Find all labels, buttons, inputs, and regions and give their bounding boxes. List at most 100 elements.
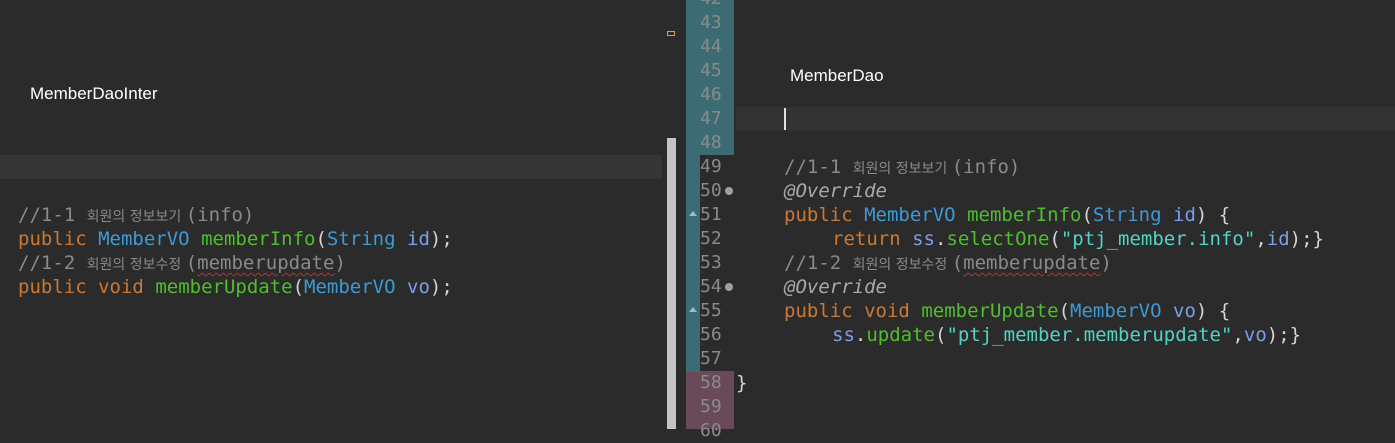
change-ruler-strip-modified bbox=[686, 372, 700, 429]
line-number: 47 bbox=[700, 108, 722, 129]
text-cursor bbox=[784, 108, 786, 130]
line-number: 44 bbox=[700, 36, 722, 57]
line-number: 55 bbox=[700, 300, 722, 321]
param-type: String bbox=[1092, 204, 1162, 226]
right-code-line-50[interactable]: @Override bbox=[784, 179, 887, 203]
warning-marker-icon[interactable] bbox=[667, 31, 675, 36]
spelling-error-word: memberupdate bbox=[963, 252, 1101, 274]
line-number: 43 bbox=[700, 12, 722, 33]
left-code-line-2[interactable]: public MemberVO memberInfo(String id); bbox=[18, 227, 453, 251]
right-current-line-highlight bbox=[736, 107, 1395, 131]
right-code-line-55[interactable]: public void memberUpdate(MemberVO vo) { bbox=[784, 299, 1230, 323]
right-editor-title: MemberDao bbox=[790, 66, 884, 85]
line-number: 49 bbox=[700, 156, 722, 177]
comma: , bbox=[1255, 228, 1267, 250]
comment-korean: 회원의 정보보기 bbox=[852, 161, 952, 177]
dot: . bbox=[934, 228, 947, 250]
comment-tail: (info) bbox=[951, 156, 1021, 178]
paren-open: ( bbox=[315, 228, 327, 250]
paren-open: ( bbox=[292, 276, 305, 298]
paren-close: );} bbox=[1266, 324, 1302, 346]
keyword-void: void bbox=[98, 276, 144, 298]
paren-close: ); bbox=[429, 276, 453, 298]
override-annotation: @Override bbox=[784, 276, 887, 298]
param-name: vo bbox=[1173, 300, 1196, 322]
param-name: id bbox=[407, 228, 430, 250]
left-current-line-highlight bbox=[0, 155, 662, 179]
comment-text: //1-2 bbox=[784, 252, 853, 274]
dot: . bbox=[854, 324, 867, 346]
param-type: MemberVO bbox=[304, 276, 396, 298]
right-code-line-49[interactable]: //1-1 회원의 정보보기 (info) bbox=[784, 155, 1020, 179]
type-name: MemberVO bbox=[98, 228, 190, 250]
line-number: 57 bbox=[700, 348, 722, 369]
left-code-line-3[interactable]: //1-2 회원의 정보수정 (memberupdate) bbox=[18, 251, 346, 275]
fold-toggle-icon[interactable] bbox=[725, 283, 733, 291]
line-number: 60 bbox=[700, 420, 722, 441]
paren-open: ( bbox=[934, 324, 947, 346]
comment-korean: 회원의 정보수정 bbox=[852, 257, 952, 273]
method-name: selectOne bbox=[946, 228, 1050, 250]
keyword-public: public bbox=[18, 276, 87, 298]
comment-paren: ) bbox=[334, 252, 346, 274]
line-number: 53 bbox=[700, 252, 722, 273]
comment-paren: ) bbox=[1100, 252, 1112, 274]
comment-korean: 회원의 정보보기 bbox=[86, 209, 186, 225]
keyword-void: void bbox=[864, 300, 910, 322]
comment-text: //1-1 bbox=[784, 156, 853, 178]
brace-close: } bbox=[736, 372, 748, 394]
brace-open: ) { bbox=[1195, 300, 1231, 322]
method-name: memberUpdate bbox=[921, 300, 1059, 322]
line-number: 56 bbox=[700, 324, 722, 345]
param-name: vo bbox=[1243, 324, 1267, 346]
override-marker-icon[interactable] bbox=[689, 211, 697, 216]
comma: , bbox=[1232, 324, 1244, 346]
comment-tail: (info) bbox=[185, 204, 255, 226]
object-name: ss bbox=[832, 324, 855, 346]
right-code-line-53[interactable]: //1-2 회원의 정보수정 (memberupdate) bbox=[784, 251, 1112, 275]
param-type: String bbox=[326, 228, 396, 250]
param-name: id bbox=[1173, 204, 1196, 226]
right-code-line-52[interactable]: return ss.selectOne("ptj_member.info",id… bbox=[832, 227, 1324, 251]
scrollbar-thumb[interactable] bbox=[667, 138, 676, 429]
keyword-public: public bbox=[784, 300, 853, 322]
paren-open: ( bbox=[1058, 300, 1071, 322]
left-code-line-4[interactable]: public void memberUpdate(MemberVO vo); bbox=[18, 275, 453, 299]
method-name: update bbox=[866, 324, 935, 346]
paren-open: ( bbox=[1049, 228, 1061, 250]
type-name: MemberVO bbox=[864, 204, 956, 226]
line-number: 51 bbox=[700, 204, 722, 225]
line-number: 59 bbox=[700, 396, 722, 417]
method-name: memberUpdate bbox=[155, 276, 293, 298]
right-code-line-54[interactable]: @Override bbox=[784, 275, 887, 299]
paren-close: );} bbox=[1289, 228, 1324, 250]
line-number: 42 bbox=[700, 0, 734, 11]
string-literal: "ptj_member.info" bbox=[1060, 228, 1256, 250]
keyword-return: return bbox=[832, 228, 901, 250]
comment-text: //1-1 bbox=[18, 204, 87, 226]
line-number: 45 bbox=[700, 60, 722, 81]
paren-close: ); bbox=[429, 228, 453, 250]
keyword-public: public bbox=[18, 228, 87, 250]
paren-open: ( bbox=[1081, 204, 1093, 226]
method-name: memberInfo bbox=[201, 228, 316, 250]
line-number: 52 bbox=[700, 228, 722, 249]
right-code-line-56[interactable]: ss.update("ptj_member.memberupdate",vo);… bbox=[832, 323, 1301, 347]
right-code-line-51[interactable]: public MemberVO memberInfo(String id) { bbox=[784, 203, 1230, 227]
brace-open: ) { bbox=[1195, 204, 1231, 226]
comment-text: //1-2 bbox=[18, 252, 87, 274]
left-code-line-1[interactable]: //1-1 회원의 정보보기 (info) bbox=[18, 203, 254, 227]
param-type: MemberVO bbox=[1070, 300, 1162, 322]
fold-toggle-icon[interactable] bbox=[725, 187, 733, 195]
param-name: id bbox=[1266, 228, 1290, 250]
override-marker-icon[interactable] bbox=[689, 307, 697, 312]
line-number: 48 bbox=[700, 132, 722, 153]
line-number: 58 bbox=[700, 372, 722, 393]
param-name: vo bbox=[407, 276, 430, 298]
comment-paren: ( bbox=[185, 252, 198, 274]
comment-korean: 회원의 정보수정 bbox=[86, 257, 186, 273]
right-code-line-58[interactable]: } bbox=[736, 371, 747, 395]
comment-paren: ( bbox=[951, 252, 964, 274]
string-literal: "ptj_member.memberupdate" bbox=[946, 324, 1233, 346]
keyword-public: public bbox=[784, 204, 853, 226]
